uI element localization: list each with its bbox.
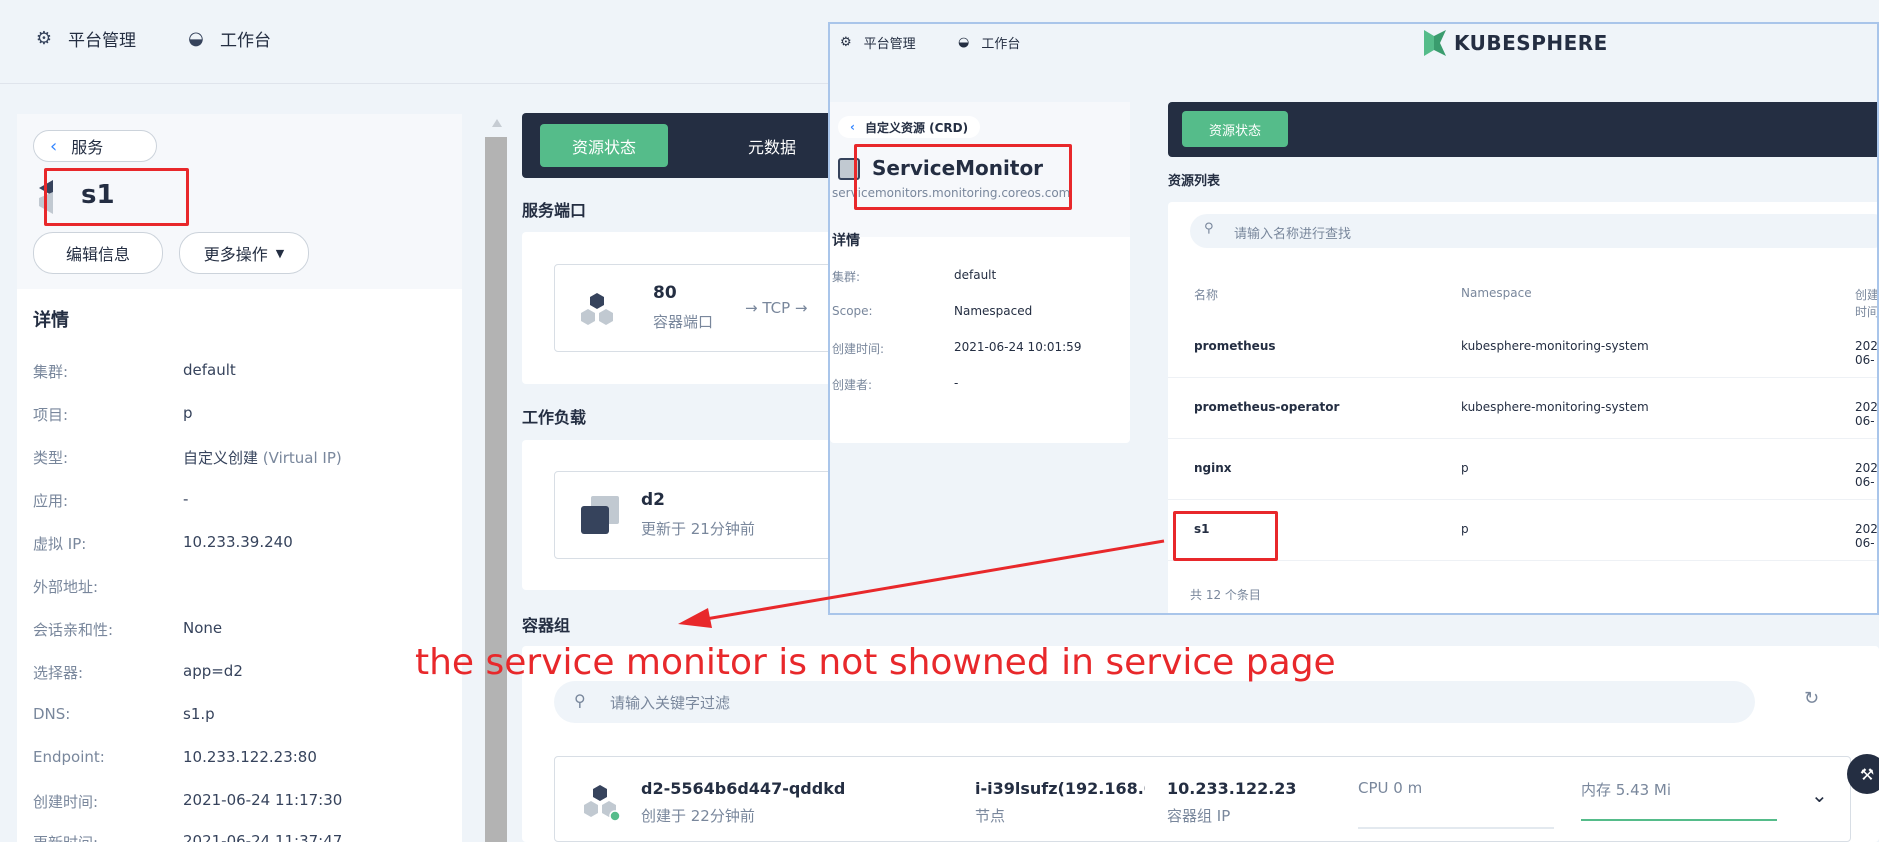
annotation-arrow — [678, 539, 1165, 628]
annotation-text: the service monitor is not showned in se… — [415, 642, 1336, 683]
arrow-line — [699, 539, 1165, 622]
arrow-head — [678, 608, 712, 628]
